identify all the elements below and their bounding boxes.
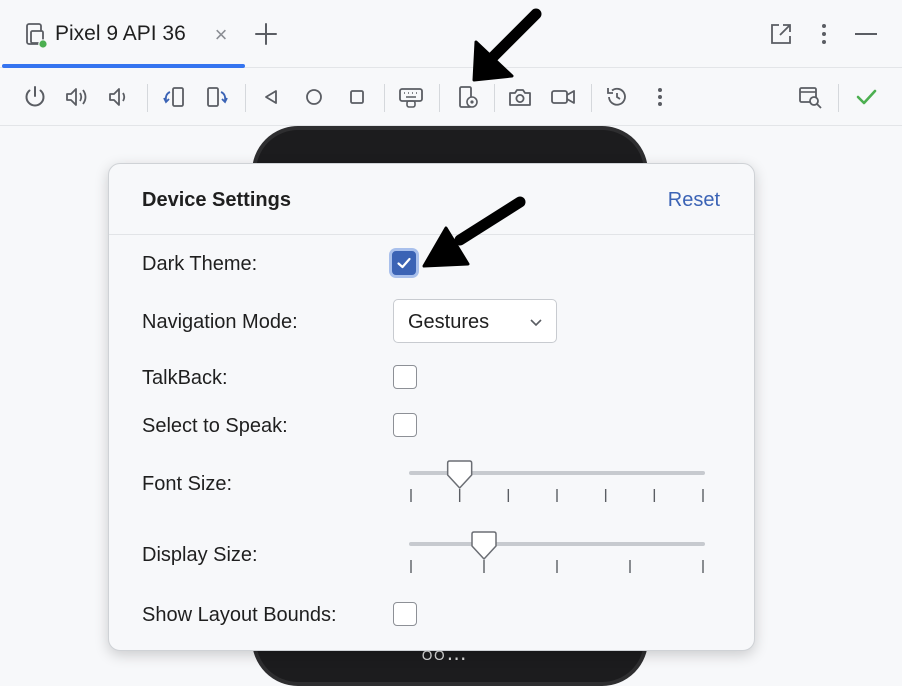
power-icon[interactable]	[22, 84, 48, 110]
navigation-mode-value: Gestures	[408, 311, 490, 333]
tab-title: Pixel 9 API 36	[55, 22, 186, 45]
overview-icon[interactable]	[344, 84, 370, 110]
snapshot-icon[interactable]	[604, 84, 630, 110]
navigation-mode-label: Navigation Mode:	[142, 311, 298, 333]
tab-pixel-9-api-36[interactable]: Pixel 9 API 36 ×	[0, 0, 246, 68]
checkmark-icon	[397, 257, 411, 269]
chevron-down-icon	[530, 319, 542, 327]
font-size-slider[interactable]	[409, 460, 705, 505]
minimize-icon[interactable]	[852, 20, 880, 48]
tab-bar: Pixel 9 API 36 ×	[0, 0, 902, 68]
toolbar-separator	[147, 84, 148, 112]
slider-thumb[interactable]	[446, 460, 473, 489]
annotation-arrow	[422, 196, 526, 268]
navigation-mode-dropdown[interactable]: Gestures	[393, 299, 557, 343]
volume-down-icon[interactable]	[105, 84, 131, 110]
display-size-slider[interactable]	[409, 531, 705, 576]
rotate-right-icon[interactable]	[204, 84, 230, 110]
emulator-toolbar	[0, 68, 902, 126]
keyboard-icon[interactable]	[398, 84, 424, 110]
open-external-icon[interactable]	[767, 20, 795, 48]
select-to-speak-label: Select to Speak:	[142, 415, 288, 437]
slider-thumb[interactable]	[471, 531, 497, 560]
toolbar-separator	[384, 84, 385, 112]
tab-close-icon[interactable]: ×	[211, 24, 231, 46]
toolbar-separator	[245, 84, 246, 112]
layout-inspector-icon[interactable]	[797, 84, 823, 110]
show-layout-bounds-label: Show Layout Bounds:	[142, 604, 337, 626]
screen-record-icon[interactable]	[550, 84, 576, 110]
toolbar-separator	[591, 84, 592, 112]
dark-theme-label: Dark Theme:	[142, 253, 258, 275]
check-icon[interactable]	[853, 84, 879, 110]
more-vert-icon[interactable]	[810, 20, 838, 48]
toolbar-separator	[439, 84, 440, 112]
device-icon	[26, 23, 48, 49]
font-size-label: Font Size:	[142, 473, 233, 495]
popup-title: Device Settings	[142, 189, 291, 211]
new-tab-icon[interactable]	[252, 20, 280, 48]
talkback-checkbox[interactable]	[393, 365, 417, 389]
toolbar-separator	[838, 84, 839, 112]
talkback-label: TalkBack:	[142, 367, 228, 389]
volume-up-icon[interactable]	[64, 84, 90, 110]
toolbar-separator	[494, 84, 495, 112]
more-vert-icon[interactable]	[647, 84, 673, 110]
show-layout-bounds-checkbox[interactable]	[393, 602, 417, 626]
home-icon[interactable]	[301, 84, 327, 110]
rotate-left-icon[interactable]	[161, 84, 187, 110]
display-size-label: Display Size:	[142, 544, 258, 566]
back-icon[interactable]	[258, 84, 284, 110]
annotation-arrow	[472, 8, 542, 82]
select-to-speak-checkbox[interactable]	[393, 413, 417, 437]
reset-button[interactable]: Reset	[668, 189, 720, 212]
dark-theme-checkbox[interactable]	[392, 251, 416, 275]
